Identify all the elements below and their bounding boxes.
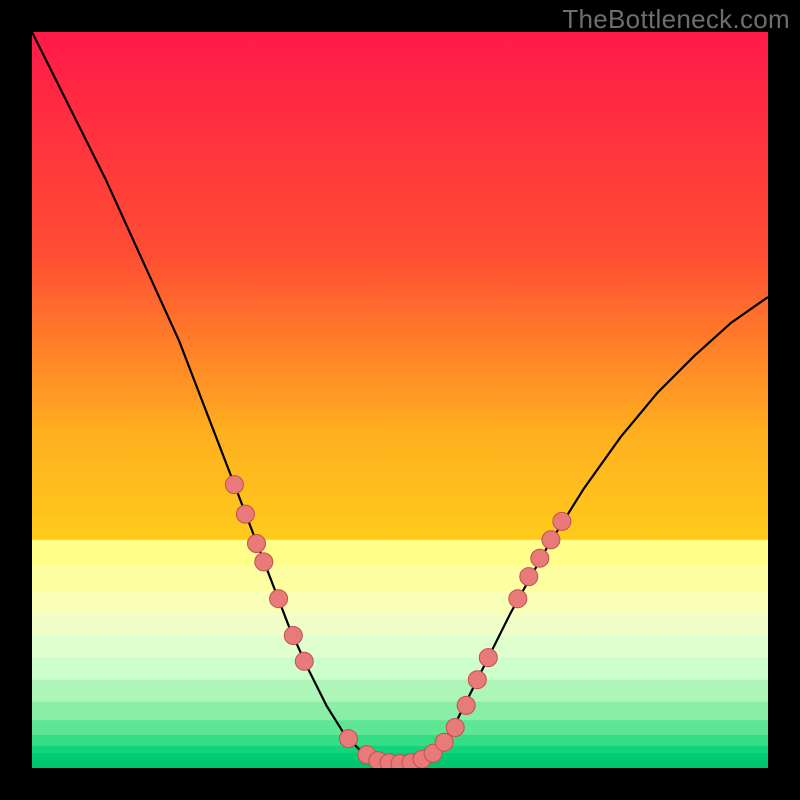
- outer-frame: TheBottleneck.com: [0, 0, 800, 800]
- plot-area: [32, 32, 768, 768]
- chart-svg: [32, 32, 768, 768]
- watermark-text: TheBottleneck.com: [562, 4, 790, 35]
